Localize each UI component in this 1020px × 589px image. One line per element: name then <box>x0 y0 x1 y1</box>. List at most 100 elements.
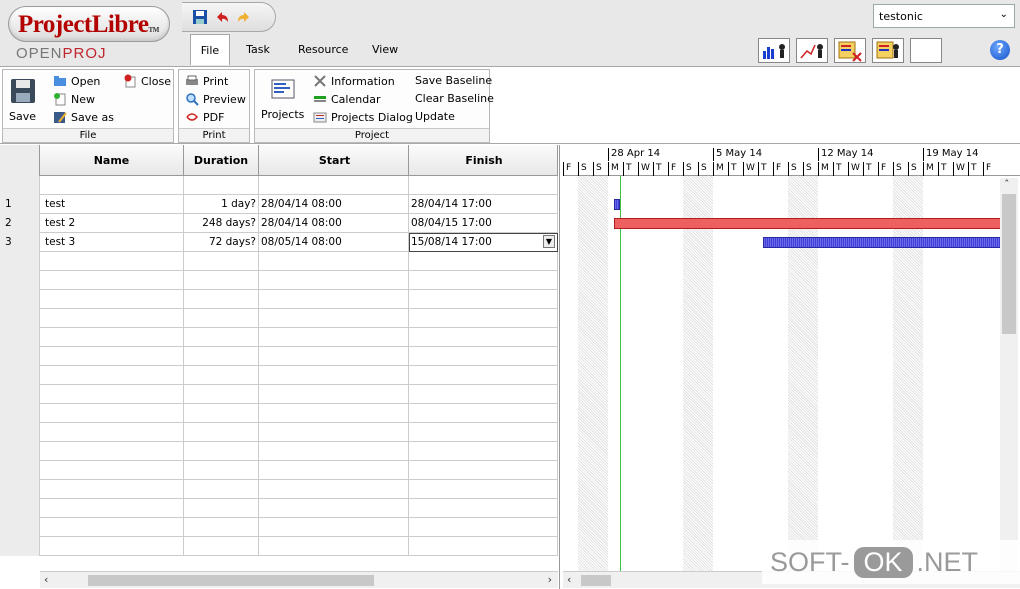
task-bar-test-3[interactable] <box>763 237 1006 248</box>
user-select[interactable]: testonic ⌄ <box>873 4 1015 28</box>
empty-cell[interactable] <box>409 537 558 556</box>
empty-cell[interactable] <box>40 385 184 404</box>
information-button[interactable]: Information <box>313 74 395 88</box>
empty-cell[interactable] <box>409 499 558 518</box>
empty-cell[interactable] <box>0 518 40 537</box>
empty-cell[interactable] <box>184 518 259 537</box>
open-button[interactable]: Open <box>53 74 100 88</box>
row-id[interactable]: 1 <box>0 195 40 214</box>
duration-cell[interactable]: 72 days? <box>184 233 259 252</box>
empty-cell[interactable] <box>409 404 558 423</box>
tab-resource[interactable]: Resource <box>290 34 352 65</box>
empty-cell[interactable] <box>0 537 40 556</box>
empty-cell[interactable] <box>40 347 184 366</box>
save-as-button[interactable]: Save as <box>53 110 114 124</box>
empty-cell[interactable] <box>259 461 409 480</box>
table-row[interactable]: 1 test 1 day? 28/04/14 08:00 28/04/14 17… <box>0 195 558 214</box>
empty-cell[interactable] <box>0 404 40 423</box>
finish-cell-editor[interactable]: 15/08/14 17:00 ▼ <box>409 233 558 252</box>
clear-baseline-button[interactable]: Clear Baseline <box>415 92 494 105</box>
tab-view[interactable]: View <box>364 34 404 65</box>
empty-cell[interactable] <box>40 537 184 556</box>
empty-cell[interactable] <box>409 423 558 442</box>
duration-cell[interactable] <box>184 176 259 195</box>
empty-cell[interactable] <box>259 385 409 404</box>
tab-file[interactable]: File <box>190 34 230 65</box>
task-bar-test[interactable] <box>614 199 620 210</box>
empty-cell[interactable] <box>184 499 259 518</box>
empty-cell[interactable] <box>259 518 409 537</box>
undo-icon[interactable] <box>214 9 230 25</box>
empty-table-row[interactable] <box>0 442 558 461</box>
empty-cell[interactable] <box>0 480 40 499</box>
print-button[interactable]: Print <box>185 74 228 88</box>
save-baseline-button[interactable]: Save Baseline <box>415 74 492 87</box>
empty-cell[interactable] <box>184 385 259 404</box>
empty-table-row[interactable] <box>0 328 558 347</box>
empty-cell[interactable] <box>259 252 409 271</box>
empty-cell[interactable] <box>259 442 409 461</box>
empty-cell[interactable] <box>0 442 40 461</box>
empty-cell[interactable] <box>259 290 409 309</box>
empty-table-row[interactable] <box>0 271 558 290</box>
empty-cell[interactable] <box>0 309 40 328</box>
empty-cell[interactable] <box>184 480 259 499</box>
empty-cell[interactable] <box>184 423 259 442</box>
name-cell[interactable]: test <box>40 195 184 214</box>
empty-table-row[interactable] <box>0 252 558 271</box>
scroll-up-icon[interactable]: ˆ <box>1004 178 1010 191</box>
empty-cell[interactable] <box>409 271 558 290</box>
empty-table-row[interactable] <box>0 347 558 366</box>
histogram-view-button[interactable] <box>758 38 790 63</box>
empty-table-row[interactable] <box>0 366 558 385</box>
empty-cell[interactable] <box>40 442 184 461</box>
finish-column-header[interactable]: Finish <box>409 145 558 176</box>
date-dropdown-icon[interactable]: ▼ <box>543 235 555 248</box>
empty-cell[interactable] <box>409 442 558 461</box>
empty-cell[interactable] <box>0 271 40 290</box>
empty-cell[interactable] <box>40 423 184 442</box>
empty-cell[interactable] <box>40 461 184 480</box>
empty-cell[interactable] <box>184 461 259 480</box>
empty-cell[interactable] <box>259 347 409 366</box>
save-icon[interactable] <box>192 9 208 25</box>
preview-button[interactable]: Preview <box>185 92 246 106</box>
scroll-thumb[interactable] <box>88 575 374 586</box>
empty-cell[interactable] <box>0 385 40 404</box>
task-bar-test-2[interactable] <box>614 218 1006 229</box>
empty-table-row[interactable] <box>0 537 558 556</box>
empty-cell[interactable] <box>259 480 409 499</box>
name-cell[interactable] <box>40 176 184 195</box>
duration-cell[interactable]: 248 days? <box>184 214 259 233</box>
empty-cell[interactable] <box>0 499 40 518</box>
empty-table-row[interactable] <box>0 499 558 518</box>
empty-cell[interactable] <box>40 499 184 518</box>
row-number-header[interactable] <box>0 145 40 176</box>
projects-dialog-button[interactable]: Projects Dialog <box>313 110 413 124</box>
empty-cell[interactable] <box>259 423 409 442</box>
empty-cell[interactable] <box>40 271 184 290</box>
name-cell[interactable]: test 2 <box>40 214 184 233</box>
finish-cell[interactable] <box>409 176 558 195</box>
empty-cell[interactable] <box>0 347 40 366</box>
empty-cell[interactable] <box>409 385 558 404</box>
empty-cell[interactable] <box>40 252 184 271</box>
finish-cell[interactable]: 08/04/15 17:00 <box>409 214 558 233</box>
empty-cell[interactable] <box>40 366 184 385</box>
empty-cell[interactable] <box>40 480 184 499</box>
task-usage-view-button[interactable] <box>834 38 866 63</box>
scroll-thumb[interactable] <box>1002 194 1016 334</box>
start-cell[interactable]: 08/05/14 08:00 <box>259 233 409 252</box>
empty-cell[interactable] <box>184 537 259 556</box>
start-cell[interactable]: 28/04/14 08:00 <box>259 214 409 233</box>
scroll-right-icon[interactable]: › <box>548 573 552 586</box>
empty-cell[interactable] <box>184 328 259 347</box>
empty-table-row[interactable] <box>0 518 558 537</box>
empty-table-row[interactable] <box>0 423 558 442</box>
close-button[interactable]: Close <box>123 74 171 88</box>
start-cell[interactable] <box>259 176 409 195</box>
empty-cell[interactable] <box>0 252 40 271</box>
empty-cell[interactable] <box>259 404 409 423</box>
finish-cell[interactable]: 28/04/14 17:00 <box>409 195 558 214</box>
empty-cell[interactable] <box>184 271 259 290</box>
